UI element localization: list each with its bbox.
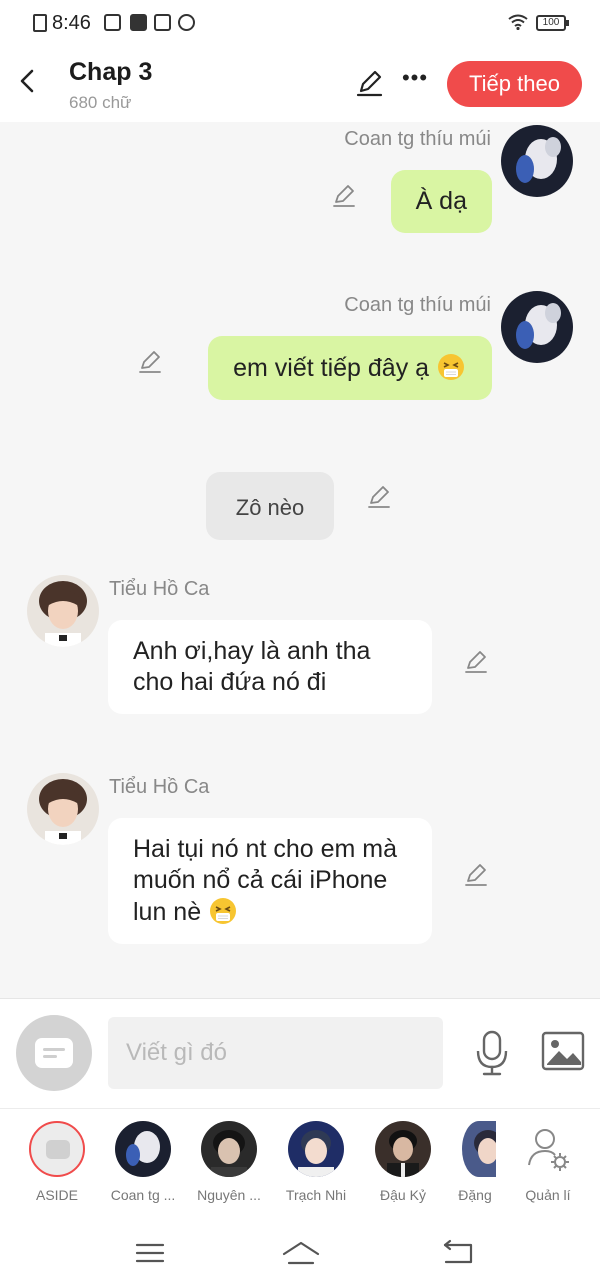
next-chapter-button[interactable]: Tiếp theo (447, 61, 582, 107)
character-aside[interactable]: ASIDE (20, 1121, 94, 1203)
pencil-icon[interactable] (366, 484, 392, 510)
system-nav-bar (0, 1218, 600, 1287)
character-bar: ASIDE Coan tg ... Nguyên ... Trạch Nhi Đ… (0, 1108, 600, 1218)
manage-user-icon (520, 1121, 576, 1177)
avatar (201, 1121, 257, 1177)
character-item[interactable]: Đậu Kỷ (366, 1121, 440, 1203)
image-icon[interactable] (541, 1031, 585, 1071)
sender-name: Coan tg thíu múi (344, 294, 491, 316)
more-icon[interactable]: ••• (400, 67, 430, 98)
character-label: Quản lí (525, 1187, 571, 1203)
facebook-icon (130, 14, 147, 31)
home-icon[interactable] (281, 1238, 321, 1268)
news-icon (154, 14, 171, 31)
pencil-icon[interactable] (331, 183, 357, 209)
sneezing-face-emoji (210, 898, 237, 924)
sender-name: Tiểu Hồ Ca (109, 776, 210, 798)
character-label: Đặng (458, 1187, 492, 1203)
screenshot-icon (104, 14, 121, 31)
avatar (288, 1121, 344, 1177)
pencil-icon[interactable] (354, 68, 384, 98)
message-bubble[interactable]: Hai tụi nó nt cho em mà muốn nổ cả cái i… (108, 818, 432, 944)
character-label: ASIDE (35, 1187, 78, 1203)
status-bar: 8:46 100 (0, 0, 600, 46)
chrome-icon (178, 14, 195, 31)
chapter-header: Chap 3 680 chữ ••• Tiếp theo (0, 46, 600, 122)
message-text: Hai tụi nó nt cho em mà muốn nổ cả cái i… (133, 835, 398, 926)
manage-characters-button[interactable]: Quản lí (511, 1121, 585, 1203)
pencil-icon[interactable] (463, 649, 489, 675)
character-item[interactable]: Trạch Nhi (279, 1121, 353, 1203)
character-item[interactable]: Coan tg ... (106, 1121, 180, 1203)
sneezing-face-emoji (438, 354, 464, 380)
avatar[interactable] (501, 125, 573, 197)
word-count: 680 chữ (69, 93, 132, 112)
document-icon (33, 14, 47, 32)
wifi-icon (508, 14, 528, 30)
back-icon[interactable] (441, 1238, 475, 1268)
avatar (462, 1121, 496, 1177)
sender-name: Coan tg thíu múi (344, 128, 491, 150)
message-bubble[interactable]: em viết tiếp đây ạ (208, 336, 492, 400)
message-bubble[interactable]: À dạ (390, 170, 492, 233)
message-input[interactable] (108, 1017, 443, 1089)
narration-bubble[interactable]: Zô nèo (206, 472, 334, 540)
status-time: 8:46 (52, 12, 91, 34)
chapter-title: Chap 3 (69, 58, 153, 86)
message-bubble[interactable]: Anh ơi,hay là anh tha cho hai đứa nó đi (108, 620, 432, 714)
message-text: em viết tiếp đây ạ (233, 354, 430, 382)
avatar[interactable] (501, 291, 573, 363)
character-label: Trạch Nhi (285, 1187, 347, 1203)
sender-name: Tiểu Hồ Ca (109, 578, 210, 600)
microphone-icon[interactable] (472, 1029, 512, 1077)
avatar[interactable] (27, 773, 99, 845)
character-label: Coan tg ... (110, 1187, 176, 1203)
aside-icon (29, 1121, 85, 1177)
chat-area: Coan tg thíu múi À dạ Coan tg thíu múi e… (0, 122, 600, 998)
back-arrow-icon[interactable] (14, 66, 44, 96)
menu-icon[interactable] (133, 1238, 167, 1268)
pencil-icon[interactable] (463, 862, 489, 888)
aside-icon (35, 1038, 73, 1068)
composer (0, 998, 600, 1108)
aside-toggle-button[interactable] (16, 1015, 92, 1091)
pencil-icon[interactable] (137, 349, 163, 375)
avatar (115, 1121, 171, 1177)
battery-icon: 100 (536, 15, 569, 31)
avatar (375, 1121, 431, 1177)
character-label: Đậu Kỷ (380, 1187, 426, 1203)
character-item[interactable]: Đặng (440, 1121, 510, 1203)
avatar[interactable] (27, 575, 99, 647)
character-item[interactable]: Nguyên ... (192, 1121, 266, 1203)
character-label: Nguyên ... (197, 1187, 261, 1203)
